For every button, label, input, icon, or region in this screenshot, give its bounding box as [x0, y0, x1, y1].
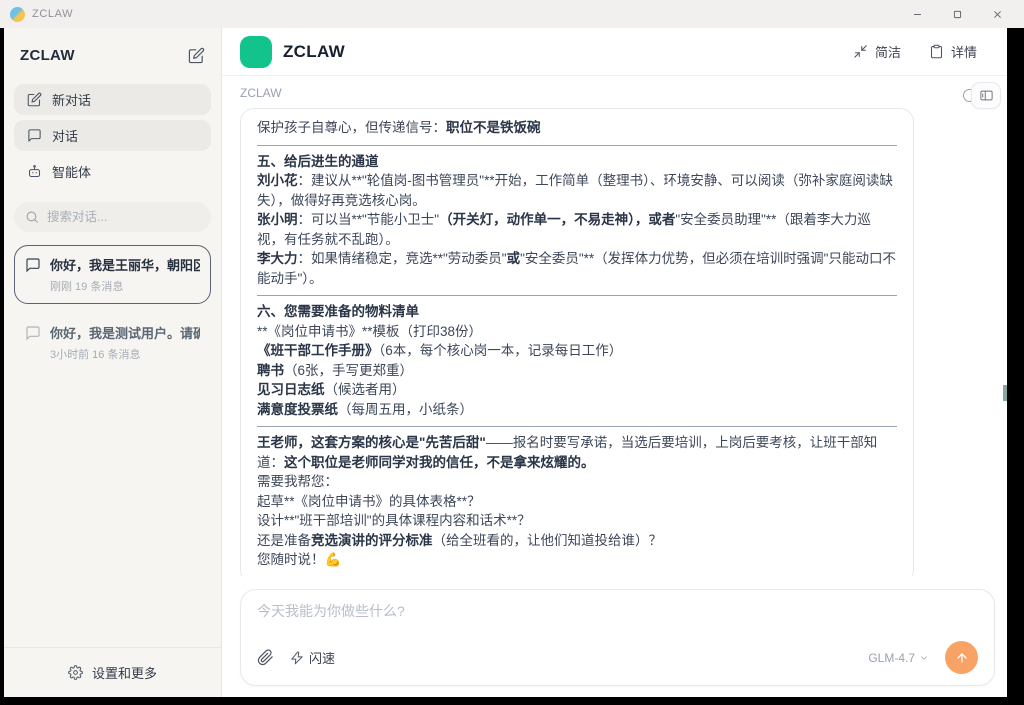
message-paragraph: 《班干部工作手册》（6本，每个核心岗一本，记录每日工作） [257, 341, 897, 361]
message-divider [257, 426, 897, 427]
sidebar-item-new-chat[interactable]: 新对话 [14, 84, 211, 115]
conversation-item-selected[interactable]: 你好，我是王丽华，朝阳区... 刚刚 19 条消息 [14, 245, 211, 304]
search-input[interactable] [47, 210, 187, 224]
message-paragraph: 保护孩子自尊心，但传递信号：职位不是铁饭碗 [257, 118, 897, 138]
conversation-meta: 3小时前 16 条消息 [50, 346, 200, 362]
scrollbar-thumb[interactable] [1003, 385, 1007, 401]
main-header: ZCLAW 简洁 详情 [222, 28, 1007, 76]
message-paragraph: 李大力：如果情绪稳定，竞选**"劳动委员"或"安全委员"**（发挥体力优势，但必… [257, 249, 897, 288]
message-input[interactable] [257, 603, 978, 619]
maximize-icon [952, 9, 963, 20]
paperclip-icon [257, 649, 274, 666]
main-panel: ZCLAW 简洁 详情 ZCLAW 保护孩子 [222, 28, 1007, 697]
conversation-title: 你好，我是测试用户。请确... [50, 323, 200, 342]
brand-name: ZCLAW [283, 42, 345, 62]
close-button[interactable] [990, 7, 1004, 21]
window-controls [910, 7, 1014, 21]
clipboard-icon [929, 44, 944, 59]
chat-scroll-area: ZCLAW 保护孩子自尊心，但传递信号：职位不是铁饭碗五、给后进生的通道刘小花：… [222, 76, 1007, 576]
message-paragraph: 您随时说！💪 [257, 550, 897, 570]
os-titlebar: ZCLAW [0, 0, 1024, 28]
sidebar-title: ZCLAW [20, 47, 188, 64]
chat-bubble-icon [25, 325, 41, 362]
conversation-list: 你好，我是王丽华，朝阳区... 刚刚 19 条消息 你好，我是测试用户。请确..… [14, 245, 211, 372]
model-name: GLM-4.7 [868, 651, 915, 665]
chat-bubble-icon [25, 257, 41, 294]
compact-view-label: 简洁 [875, 42, 901, 61]
compose-icon [188, 47, 205, 64]
sidebar: ZCLAW 新对话 对话 [4, 28, 222, 697]
message-paragraph: 王老师，这套方案的核心是"先苦后甜"——报名时要写承诺，当选后要培训，上岗后要考… [257, 433, 897, 472]
message-paragraph: 需要我帮您： [257, 472, 897, 492]
message-divider [257, 145, 897, 146]
sidebar-nav: 新对话 对话 智能体 [4, 78, 221, 187]
detail-view-label: 详情 [951, 42, 977, 61]
message-paragraph: **《岗位申请书》**模板（打印38份） [257, 322, 897, 342]
robot-icon [27, 164, 42, 179]
message-paragraph: 聘书（6张，手写更郑重） [257, 361, 897, 381]
settings-and-more-button[interactable]: 设置和更多 [4, 647, 221, 697]
sidebar-item-chats[interactable]: 对话 [14, 120, 211, 151]
attach-file-button[interactable] [257, 649, 274, 666]
message-paragraph: 还是准备竞选演讲的评分标准（给全班看的，让他们知道投给谁）？ [257, 531, 897, 551]
chevron-down-icon [919, 653, 929, 663]
assistant-message-bubble: 保护孩子自尊心，但传递信号：职位不是铁饭碗五、给后进生的通道刘小花：建议从**"… [240, 108, 914, 576]
sidebar-item-label: 新对话 [52, 90, 91, 109]
sidebar-header: ZCLAW [4, 32, 221, 78]
minimize-icon [912, 9, 923, 20]
message-paragraph: 设计**"班干部培训"的具体课程内容和话术**？ [257, 511, 897, 531]
message-divider [257, 295, 897, 296]
panel-icon [979, 88, 994, 103]
arrow-up-icon [955, 651, 969, 665]
detail-view-button[interactable]: 详情 [929, 42, 977, 61]
settings-label: 设置和更多 [92, 663, 157, 682]
sidebar-item-agents[interactable]: 智能体 [14, 156, 211, 187]
gear-icon [68, 665, 83, 680]
conversation-title: 你好，我是王丽华，朝阳区... [50, 255, 200, 274]
message-paragraph: 六、您需要准备的物料清单 [257, 302, 897, 322]
model-selector[interactable]: GLM-4.7 [868, 651, 929, 665]
sender-label: ZCLAW [240, 86, 1007, 100]
conversation-item[interactable]: 你好，我是测试用户。请确... 3小时前 16 条消息 [14, 313, 211, 372]
message-paragraph: 五、给后进生的通道 [257, 152, 897, 172]
conversation-meta: 刚刚 19 条消息 [50, 278, 200, 294]
window-title: ZCLAW [32, 8, 73, 20]
composer: 闪速 GLM-4.7 [240, 589, 995, 686]
panel-toggle-button[interactable] [971, 82, 1001, 109]
quick-mode-button[interactable]: 闪速 [290, 648, 335, 667]
message-paragraph: 起草**《岗位申请书》的具体表格**？ [257, 492, 897, 512]
compose-icon [27, 92, 42, 107]
app-logo-icon [10, 7, 25, 22]
message-paragraph: 见习日志纸（候选者用） [257, 380, 897, 400]
sidebar-item-label: 智能体 [52, 162, 91, 181]
new-chat-compose-button[interactable] [188, 47, 205, 64]
app-window: ZCLAW 新对话 对话 [4, 28, 1007, 697]
send-button[interactable] [945, 641, 978, 674]
maximize-button[interactable] [950, 7, 964, 21]
chat-bubble-icon [27, 128, 42, 143]
search-icon [25, 210, 39, 224]
minimize-button[interactable] [910, 7, 924, 21]
collapse-icon [853, 44, 868, 59]
message-paragraph: 满意度投票纸（每周五用，小纸条） [257, 400, 897, 420]
compact-view-button[interactable]: 简洁 [853, 42, 901, 61]
conversation-search[interactable] [14, 202, 211, 232]
sidebar-item-label: 对话 [52, 126, 78, 145]
quick-mode-label: 闪速 [309, 648, 335, 667]
brand-logo-icon [240, 36, 272, 68]
message-paragraph: 刘小花：建议从**"轮值岗-图书管理员"**开始，工作简单（整理书）、环境安静、… [257, 171, 897, 210]
lightning-icon [290, 651, 304, 665]
message-content: 保护孩子自尊心，但传递信号：职位不是铁饭碗五、给后进生的通道刘小花：建议从**"… [257, 118, 897, 570]
message-paragraph: 张小明：可以当**"节能小卫士"（开关灯，动作单一，不易走神），或者"安全委员助… [257, 210, 897, 249]
close-icon [992, 9, 1003, 20]
